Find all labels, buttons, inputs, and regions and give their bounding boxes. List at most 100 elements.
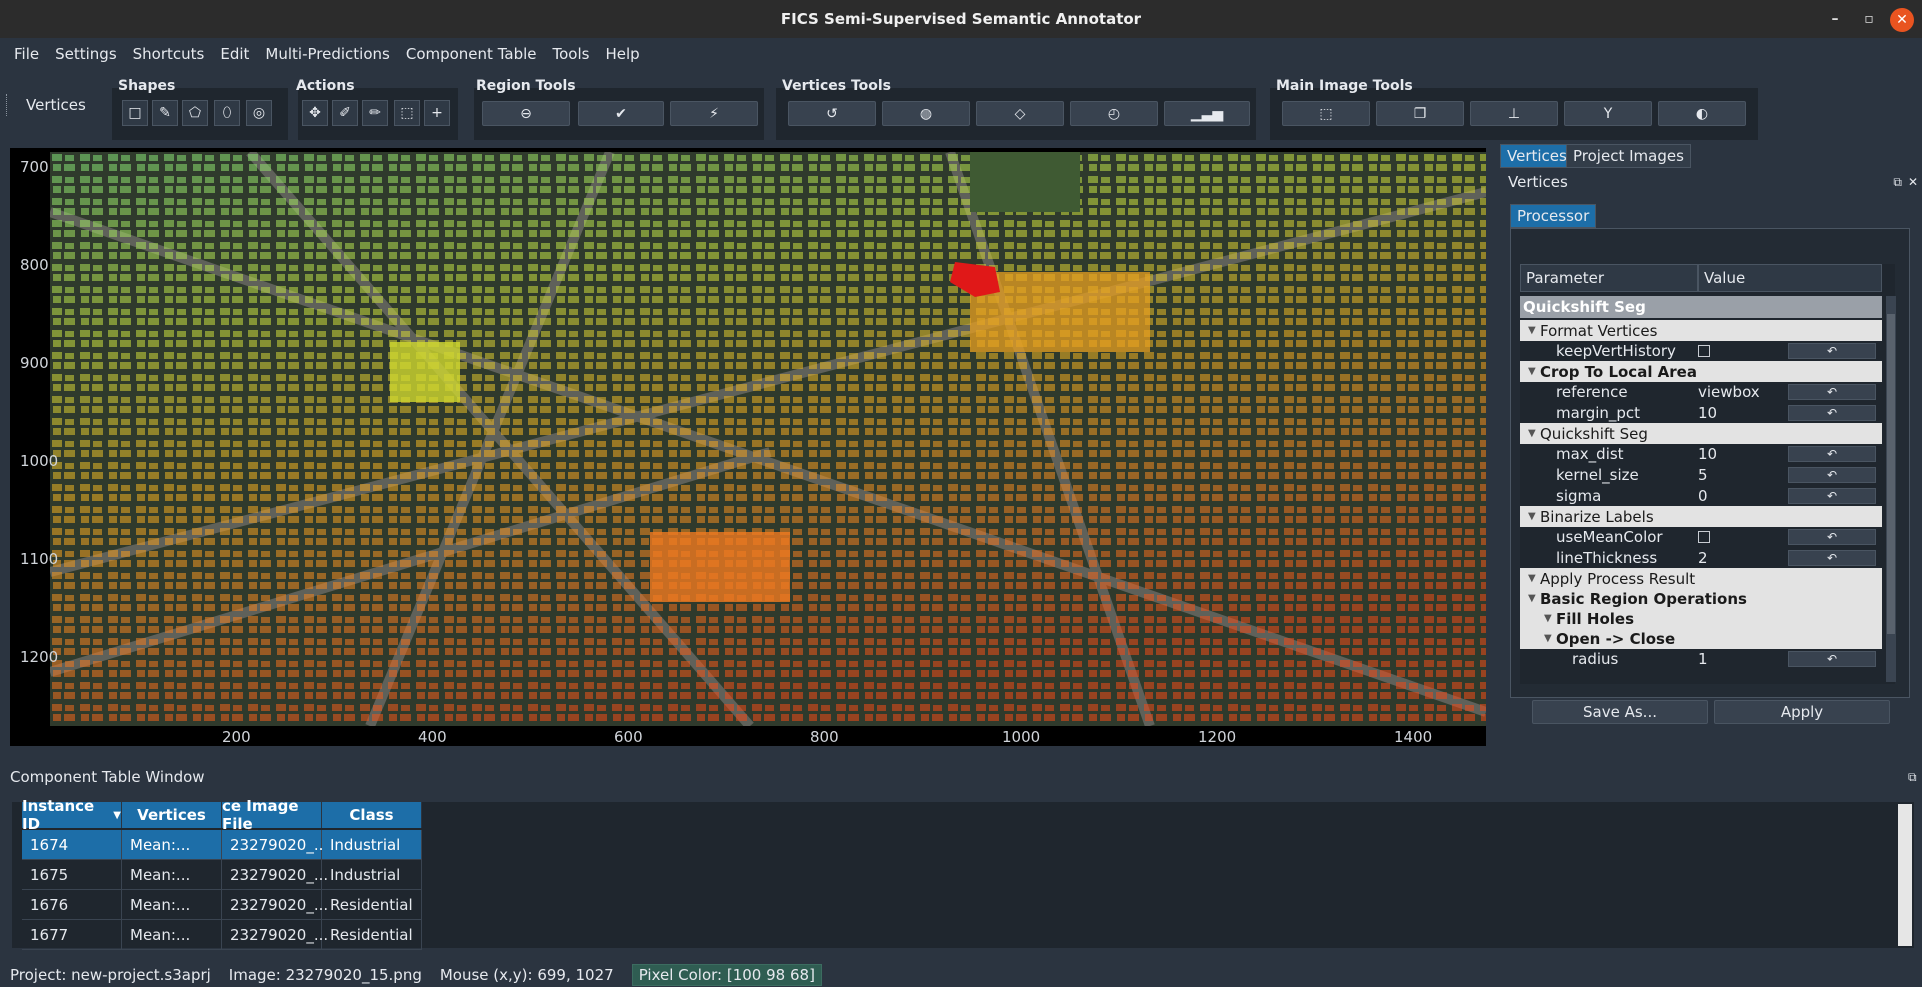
param-root[interactable]: Quickshift Seg	[1520, 296, 1882, 318]
table-cell-file[interactable]: 23279020_...	[222, 860, 328, 890]
histogram-icon[interactable]: ▁▃▅	[1164, 101, 1250, 126]
draw-icon[interactable]: ✏	[362, 100, 388, 126]
menu-help[interactable]: Help	[597, 45, 647, 63]
zoom-out-icon[interactable]: ⊖	[482, 101, 570, 126]
table-cell-id[interactable]: 1675	[22, 860, 122, 890]
col-class[interactable]: Class	[322, 802, 422, 828]
reset-default-icon[interactable]: ↶	[1788, 549, 1876, 566]
reset-default-icon[interactable]: ↶	[1788, 487, 1876, 504]
param-row[interactable]: keepVertHistory ↶	[1520, 340, 1882, 361]
menu-settings[interactable]: Settings	[47, 45, 125, 63]
reset-default-icon[interactable]: ↶	[1788, 383, 1876, 400]
table-cell-vertices[interactable]: Mean:...	[122, 920, 222, 950]
cursor-select-icon[interactable]: ⬚	[1282, 101, 1370, 126]
param-value[interactable]: 10	[1698, 445, 1717, 463]
reset-default-icon[interactable]: ↶	[1788, 528, 1876, 545]
tab-vertices[interactable]: Vertices	[1500, 144, 1574, 168]
col-source-image-file[interactable]: ce Image File	[222, 797, 322, 833]
table-cell-vertices[interactable]: Mean:...	[122, 860, 222, 890]
save-as-button[interactable]: Save As...	[1532, 700, 1708, 724]
param-row[interactable]: kernel_size 5 ↶	[1520, 464, 1882, 485]
param-checkbox[interactable]	[1698, 530, 1710, 543]
polygon-icon[interactable]: ⬠	[182, 100, 208, 126]
expand-arrow-icon[interactable]: ▼	[1528, 325, 1536, 336]
table-cell-vertices[interactable]: Mean:...	[122, 830, 222, 860]
float-table-icon[interactable]: ⧉	[1908, 770, 1917, 785]
param-value[interactable]: viewbox	[1698, 383, 1760, 401]
close-icon[interactable]: ✕	[1890, 8, 1914, 32]
param-value[interactable]: 5	[1698, 466, 1708, 484]
param-checkbox[interactable]	[1698, 344, 1710, 357]
stamp-icon[interactable]: ⊥	[1470, 101, 1558, 126]
expand-arrow-icon[interactable]: ▼	[1544, 633, 1552, 644]
eraser-icon[interactable]: ◇	[976, 101, 1064, 126]
table-cell-class[interactable]: Residential	[322, 890, 422, 920]
param-value[interactable]: 0	[1698, 487, 1708, 505]
expand-arrow-icon[interactable]: ▼	[1544, 613, 1552, 624]
table-cell-id[interactable]: 1674	[22, 830, 122, 860]
table-cell-id[interactable]: 1676	[22, 890, 122, 920]
fill-icon[interactable]: ◍	[882, 101, 970, 126]
point-icon[interactable]: ◎	[246, 100, 272, 126]
image-view[interactable]: 700 800 900 1000 1100 1200 200 400 600 8…	[10, 148, 1486, 746]
vertices-dock-label[interactable]: Vertices	[26, 96, 86, 114]
menu-file[interactable]: File	[6, 45, 47, 63]
maximize-icon[interactable]: ▫	[1858, 8, 1880, 30]
param-row[interactable]: ▼ Basic Region Operations	[1520, 588, 1882, 609]
expand-arrow-icon[interactable]: ▼	[1528, 511, 1536, 522]
menu-shortcuts[interactable]: Shortcuts	[125, 45, 213, 63]
tab-project-images[interactable]: Project Images	[1566, 144, 1691, 168]
param-row[interactable]: ▼ Format Vertices	[1520, 320, 1882, 341]
reset-default-icon[interactable]: ↶	[1788, 466, 1876, 483]
param-value[interactable]: 2	[1698, 549, 1708, 567]
close-dock-icon[interactable]: ✕	[1908, 175, 1918, 189]
param-value[interactable]: 1	[1698, 650, 1708, 668]
param-row[interactable]: ▼ Crop To Local Area	[1520, 361, 1882, 382]
lightning-icon[interactable]: ⚡	[670, 101, 758, 126]
col-vertices[interactable]: Vertices	[122, 802, 222, 828]
apply-button[interactable]: Apply	[1714, 700, 1890, 724]
table-cell-vertices[interactable]: Mean:...	[122, 890, 222, 920]
ellipse-icon[interactable]: ⬯	[214, 100, 240, 126]
sort-desc-icon[interactable]: ▼	[113, 810, 121, 821]
merge-icon[interactable]: Y	[1564, 101, 1652, 126]
menu-tools[interactable]: Tools	[545, 45, 598, 63]
param-row[interactable]: useMeanColor ↶	[1520, 526, 1882, 547]
param-row[interactable]: margin_pct 10 ↶	[1520, 402, 1882, 423]
toolbar-grip-icon[interactable]	[6, 94, 10, 116]
annotated-aerial-image[interactable]	[50, 152, 1486, 726]
accept-icon[interactable]: ✔	[578, 101, 664, 126]
toggle-icon[interactable]: ◐	[1658, 101, 1746, 126]
expand-arrow-icon[interactable]: ▼	[1528, 428, 1536, 439]
menu-edit[interactable]: Edit	[212, 45, 257, 63]
param-row[interactable]: reference viewbox ↶	[1520, 381, 1882, 402]
rectangle-icon[interactable]: □	[122, 100, 148, 126]
select-icon[interactable]: ⬚	[394, 100, 420, 126]
history-icon[interactable]: ◴	[1070, 101, 1158, 126]
table-cell-class[interactable]: Industrial	[322, 830, 422, 860]
param-row[interactable]: ▼ Quickshift Seg	[1520, 423, 1882, 444]
param-row[interactable]: sigma 0 ↶	[1520, 485, 1882, 506]
parameter-tree[interactable]: Parameter Value Quickshift Seg ▼ Format V…	[1520, 264, 1895, 684]
component-table[interactable]: Instance ID ▼ Vertices ce Image File Cla…	[12, 797, 1914, 950]
menu-multi-predictions[interactable]: Multi-Predictions	[257, 45, 397, 63]
param-row[interactable]: lineThickness 2 ↶	[1520, 547, 1882, 568]
tab-processor[interactable]: Processor	[1510, 204, 1597, 228]
param-row[interactable]: ▼ Binarize Labels	[1520, 506, 1882, 527]
param-value[interactable]: 10	[1698, 404, 1717, 422]
reset-default-icon[interactable]: ↶	[1788, 404, 1876, 421]
expand-arrow-icon[interactable]: ▼	[1528, 366, 1536, 377]
expand-arrow-icon[interactable]: ▼	[1528, 573, 1536, 584]
edit-vertices-icon[interactable]: ✐	[332, 100, 358, 126]
undo-icon[interactable]: ↺	[788, 101, 876, 126]
param-scroll-thumb[interactable]	[1887, 314, 1895, 634]
param-header-value[interactable]: Value	[1698, 264, 1882, 292]
polyline-icon[interactable]: ✎	[152, 100, 178, 126]
table-cell-class[interactable]: Industrial	[322, 860, 422, 890]
expand-arrow-icon[interactable]: ▼	[1528, 593, 1536, 604]
copy-icon[interactable]: ❐	[1376, 101, 1464, 126]
param-row[interactable]: ▼ Open -> Close	[1520, 628, 1882, 649]
reset-default-icon[interactable]: ↶	[1788, 342, 1876, 359]
reset-default-icon[interactable]: ↶	[1788, 650, 1876, 667]
table-cell-file[interactable]: 23279020_...	[222, 830, 328, 860]
